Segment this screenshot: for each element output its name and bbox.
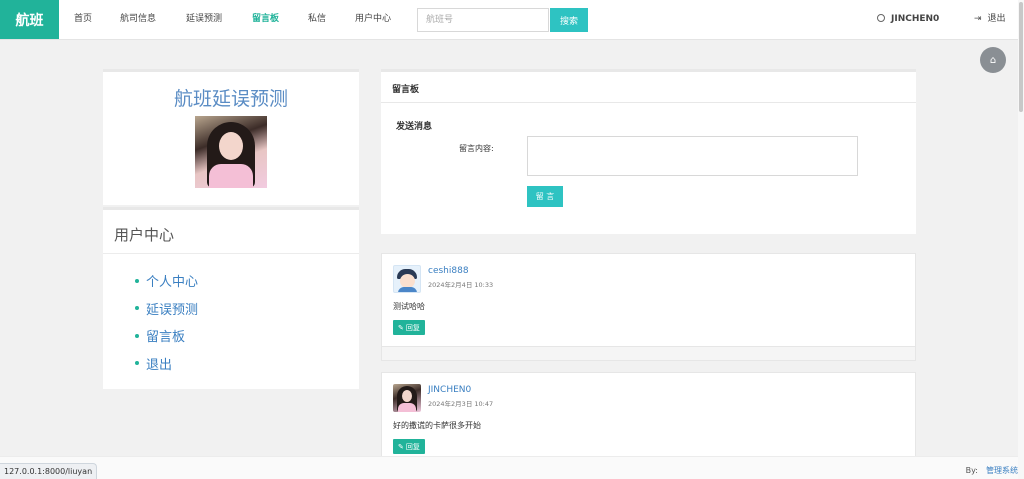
page-title: 航班延误预测 [173,88,288,110]
message-content-textarea[interactable] [527,136,858,176]
user-name: JINCHEN0 [891,14,940,24]
submit-message-button[interactable]: 留 言 [527,186,563,207]
nav-private-message[interactable]: 私信 [308,0,326,39]
menu-item-label: 延误预测 [146,302,199,318]
flight-search-input[interactable] [417,8,549,32]
panel-header: 留言板 [381,72,916,103]
comment-card: ceshi888 2024年2月4日 10:33 测试哈哈 ✎ 回复 [381,253,916,361]
user-icon [877,14,885,22]
menu-item-logout[interactable]: 退出 [135,350,198,378]
footer-admin-link[interactable]: 管理系统 [986,466,1018,475]
comment-author[interactable]: ceshi888 [428,266,469,276]
logout-label: 退出 [987,14,1006,24]
panel-header-title: 留言板 [392,85,420,95]
nav-airline-info[interactable]: 航司信息 [120,0,156,39]
status-bar-url: 127.0.0.1:8000/liuyan [0,463,98,479]
nav-user-center[interactable]: 用户中心 [355,0,391,39]
top-navbar: 航班 首页 航司信息 延误预测 留言板 私信 用户中心 搜索 JINCHEN0 … [0,0,1024,40]
user-center-panel: 用户中心 个人中心 延误预测 留言板 退出 [103,207,359,389]
profile-panel: 航班延误预测 [103,69,359,205]
comment-text: 测试哈哈 [393,302,425,311]
menu-item-label: 留言板 [146,330,186,346]
menu-item-personal-center[interactable]: 个人中心 [135,267,198,295]
footer-credit: By: 管理系统 [966,463,1018,479]
reply-button[interactable]: ✎ 回复 [393,439,425,454]
message-content-label: 留言内容: [459,144,494,153]
message-board-panel: 留言板 发送消息 留言内容: 留 言 [381,69,916,234]
nav-message-board[interactable]: 留言板 [252,0,279,39]
user-menu[interactable]: JINCHEN0 [877,0,939,39]
footer-by-label: By: [965,466,978,475]
home-icon[interactable]: ⌂ [980,47,1006,73]
pencil-icon: ✎ [398,323,404,332]
bullet-icon [135,306,139,311]
pencil-icon: ✎ [398,442,404,451]
menu-item-label: 个人中心 [146,275,199,291]
bullet-icon [135,333,139,338]
nav-delay-prediction[interactable]: 延误预测 [186,0,222,39]
avatar [393,265,421,293]
reply-button[interactable]: ✎ 回复 [393,320,425,335]
comment-timestamp: 2024年2月4日 10:33 [428,281,494,289]
brand-logo[interactable]: 航班 [0,0,59,39]
page-footer [0,456,1018,479]
logout-icon: ⇥ [974,14,982,24]
avatar [393,384,421,412]
comment-text: 好的撒谎的卡萨很多开始 [393,421,481,430]
menu-item-label: 退出 [146,357,173,373]
avatar [195,116,267,188]
comment-author[interactable]: JINCHEN0 [428,385,471,395]
reply-label: 回复 [405,323,420,332]
logout-link[interactable]: ⇥ 退出 [974,0,1006,39]
scrollbar-thumb[interactable] [1019,2,1023,112]
comment-footer [382,346,915,360]
reply-label: 回复 [405,442,420,451]
bullet-icon [135,278,139,283]
search-button[interactable]: 搜索 [550,8,588,32]
page-scrollbar[interactable] [1018,0,1024,479]
menu-item-delay-prediction[interactable]: 延误预测 [135,295,198,323]
comment-timestamp: 2024年2月3日 10:47 [428,400,494,408]
menu-item-message-board[interactable]: 留言板 [135,322,198,350]
send-message-title: 发送消息 [396,122,433,132]
nav-home[interactable]: 首页 [74,0,92,39]
user-center-menu: 个人中心 延误预测 留言板 退出 [135,267,198,377]
user-center-title: 用户中心 [114,226,175,244]
divider [103,253,359,254]
bullet-icon [135,361,139,366]
